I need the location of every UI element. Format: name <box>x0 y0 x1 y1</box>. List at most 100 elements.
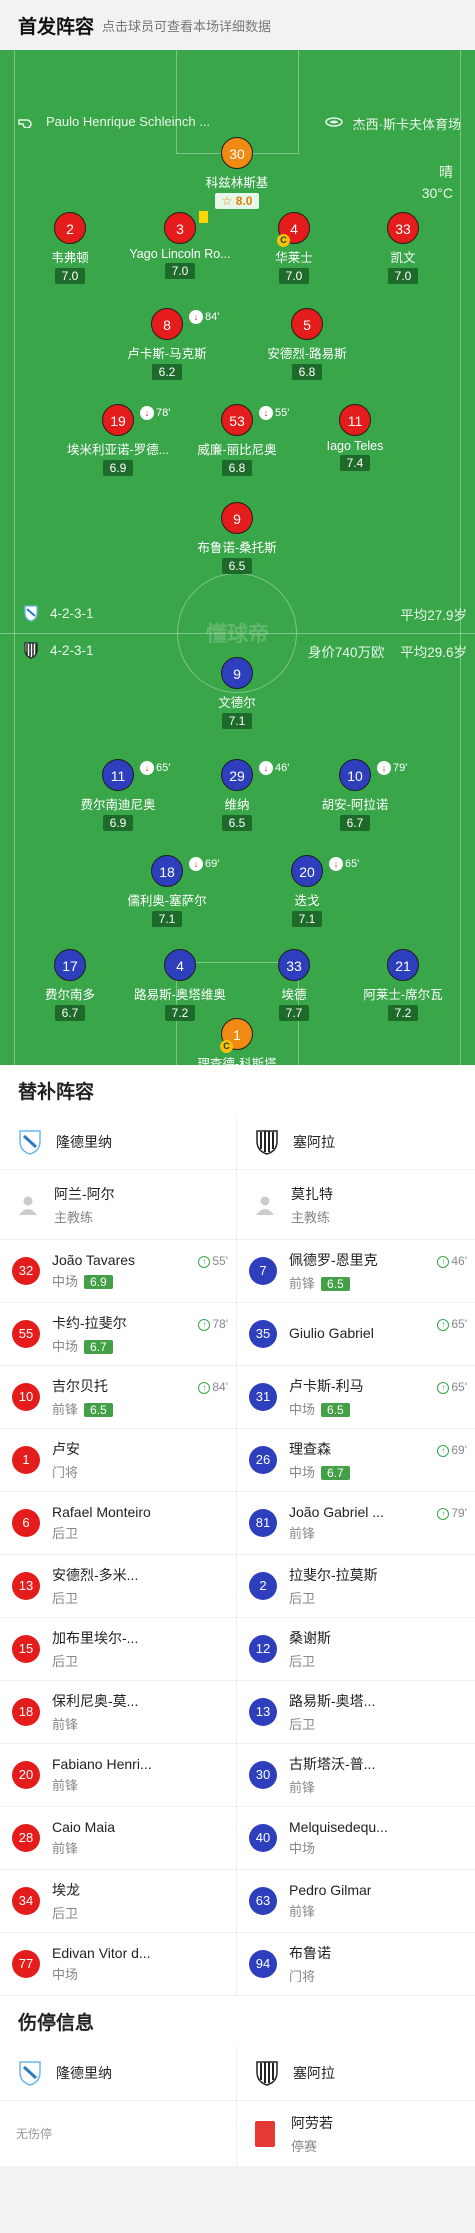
player-number: 34 <box>18 1893 34 1908</box>
sub-player-position: 中场 <box>289 1841 316 1856</box>
sub-out-icon: ↓ <box>377 761 391 776</box>
away-coach[interactable]: 莫扎特 主教练 <box>237 1170 475 1240</box>
sub-out-icon: ↓ <box>140 761 154 776</box>
sub-player-row[interactable]: 40 Melquisedequ... 中场 <box>237 1807 475 1870</box>
away-injury-team[interactable]: 塞阿拉 <box>237 2046 475 2101</box>
sub-player-row[interactable]: 77 Edivan Vitor d... 中场 <box>0 1933 236 1996</box>
sub-in-marker: ↑ 55' <box>198 1254 228 1268</box>
home-player[interactable]: 8 ↓ 84' 卢卡斯-马克斯 6.2 <box>92 308 242 381</box>
captain-icon: C <box>277 234 290 247</box>
sub-in-marker: ↑ 69' <box>437 1443 467 1457</box>
sub-in-icon: ↑ <box>198 1255 211 1268</box>
jersey-number: 81 <box>249 1509 277 1537</box>
sub-player-info: 安德烈-多米... 后卫 <box>52 1565 138 1607</box>
sub-player-row[interactable]: 6 Rafael Monteiro 后卫 <box>0 1492 236 1555</box>
sub-player-info: 卡约-拉斐尔 中场 6.7 <box>52 1313 127 1355</box>
sub-minute: 84' <box>205 311 220 323</box>
substitution-marker: ↓ 69' <box>189 848 219 880</box>
home-avg-age: 平均27.9岁 <box>400 608 467 623</box>
player-rating: 6.7 <box>339 815 371 831</box>
away-player[interactable]: 1C理查德-科斯塔7.4 <box>162 1018 312 1065</box>
jersey-number: 30 <box>249 1761 277 1789</box>
sub-minute: 69' <box>205 858 220 870</box>
sub-player-row[interactable]: 94 布鲁诺 门将 <box>237 1933 475 1996</box>
home-player[interactable]: 5 安德烈-路易斯 6.8 <box>232 308 382 381</box>
home-injury-team-name: 隆德里纳 <box>56 2065 112 2081</box>
sub-player-row[interactable]: 20 Fabiano Henri... 前锋 <box>0 1744 236 1807</box>
sub-player-row[interactable]: 34 埃龙 后卫 <box>0 1870 236 1933</box>
sub-player-row[interactable]: 7 佩德罗-恩里克 前锋 6.5 ↑ 46' <box>237 1240 475 1303</box>
sub-player-position-row: 后卫 <box>52 1651 138 1670</box>
player-number: 81 <box>255 1515 271 1530</box>
sub-player-position-row: 前锋 6.5 <box>52 1399 113 1418</box>
mvp-icon: ☆ <box>221 194 236 208</box>
home-player[interactable]: 9 布鲁诺-桑托斯 6.5 <box>162 502 312 575</box>
sub-out-icon: ↓ <box>259 406 273 421</box>
sub-player-position-row: 后卫 <box>289 1588 378 1607</box>
player-name: 布鲁诺-桑托斯 <box>197 541 277 555</box>
home-coach-role: 主教练 <box>54 1209 94 1225</box>
player-rating: 6.8 <box>221 460 253 476</box>
home-player[interactable]: 30 科兹林斯基 ☆ 8.0 <box>162 137 312 210</box>
away-player[interactable]: 21 阿莱士-席尔瓦 7.2 <box>328 949 475 1022</box>
away-player[interactable]: 10 ↓ 79' 胡安-阿拉诺 6.7 <box>280 759 430 832</box>
home-team-crest-icon <box>22 604 40 622</box>
rating-value: 6.9 <box>109 816 127 830</box>
sub-player-row[interactable]: 30 古斯塔沃-普... 前锋 <box>237 1744 475 1807</box>
home-player[interactable]: 11 Iago Teles 7.4 <box>280 404 430 472</box>
subs-title: 替补阵容 <box>0 1065 475 1115</box>
sub-player-row[interactable]: 31 卢卡斯-利马 中场 6.5 ↑ 65' <box>237 1366 475 1429</box>
jersey-number: 10 <box>12 1383 40 1411</box>
sub-player-row[interactable]: 10 吉尔贝托 前锋 6.5 ↑ 84' <box>0 1366 236 1429</box>
bottom-spacer <box>0 2166 475 2218</box>
jersey-number: 29 ↓ 46' <box>221 759 289 791</box>
sub-player-row[interactable]: 18 保利尼奥-莫... 前锋 <box>0 1681 236 1744</box>
sub-player-row[interactable]: 1 卢安 门将 <box>0 1429 236 1492</box>
weather-info: 晴 30°C <box>422 162 453 204</box>
away-team-header[interactable]: 塞阿拉 <box>237 1115 475 1170</box>
away-player[interactable]: 9 文德尔 7.1 <box>162 657 312 730</box>
sub-player-row[interactable]: 28 Caio Maia 前锋 <box>0 1807 236 1870</box>
player-rating: 6.7 <box>54 1005 86 1021</box>
sub-player-info: 卢安 门将 <box>52 1439 80 1481</box>
jersey-number: 11 <box>339 404 371 436</box>
player-number: 20 <box>299 864 315 880</box>
sub-in-minute: 65' <box>451 1317 467 1331</box>
sub-player-row[interactable]: 26 理查森 中场 6.7 ↑ 69' <box>237 1429 475 1492</box>
home-coach[interactable]: 阿兰-阿尔 主教练 <box>0 1170 236 1240</box>
sub-player-row[interactable]: 55 卡约-拉斐尔 中场 6.7 ↑ 78' <box>0 1303 236 1366</box>
sub-player-name: 卡约-拉斐尔 <box>52 1315 127 1331</box>
sub-player-row[interactable]: 32 João Tavares 中场 6.9 ↑ 55' <box>0 1240 236 1303</box>
jersey-number: 8 ↓ 84' <box>151 308 219 340</box>
sub-player-row[interactable]: 12 桑谢斯 后卫 <box>237 1618 475 1681</box>
sub-player-row[interactable]: 2 拉斐尔-拉莫斯 后卫 <box>237 1555 475 1618</box>
jersey-number: 2 <box>54 212 86 244</box>
sub-player-position-row: 中场 6.7 <box>289 1462 350 1481</box>
player-rating: 7.1 <box>291 911 323 927</box>
sub-player-row[interactable]: 13 路易斯-奥塔... 后卫 <box>237 1681 475 1744</box>
sub-player-row[interactable]: 63 Pedro Gilmar 前锋 <box>237 1870 475 1933</box>
sub-player-info: 加布里埃尔-... 后卫 <box>52 1628 138 1670</box>
jersey-number: 6 <box>12 1509 40 1537</box>
sub-player-info: 卢卡斯-利马 中场 6.5 <box>289 1376 364 1418</box>
away-injuries: 塞阿拉 阿劳若 停赛 <box>237 2046 475 2166</box>
away-player[interactable]: 18 ↓ 69' 儒利奥-塞萨尔 7.1 <box>92 855 242 928</box>
injured-player-status: 停赛 <box>291 2138 318 2154</box>
away-player[interactable]: 20 ↓ 65' 迭戈 7.1 <box>232 855 382 928</box>
sub-player-row[interactable]: 13 安德烈-多米... 后卫 <box>0 1555 236 1618</box>
sub-player-row[interactable]: 15 加布里埃尔-... 后卫 <box>0 1618 236 1681</box>
rating-value: 7.0 <box>171 264 189 278</box>
rating-value: 7.4 <box>346 456 364 470</box>
sub-in-icon: ↑ <box>437 1444 450 1457</box>
sub-minute: 65' <box>345 858 360 870</box>
sub-player-rating: 6.5 <box>321 1403 350 1417</box>
sub-player-info: Edivan Vitor d... 中场 <box>52 1945 151 1983</box>
sub-player-row[interactable]: 81 João Gabriel ... 前锋 ↑ 79' <box>237 1492 475 1555</box>
sub-player-info: João Gabriel ... 前锋 <box>289 1504 384 1542</box>
home-player[interactable]: 33 凯文 7.0 <box>328 212 475 285</box>
sub-player-position-row: 前锋 <box>52 1714 138 1733</box>
home-team-header[interactable]: 隆德里纳 <box>0 1115 236 1170</box>
injured-player[interactable]: 阿劳若 停赛 <box>237 2101 475 2166</box>
home-injury-team[interactable]: 隆德里纳 <box>0 2046 236 2101</box>
sub-player-row[interactable]: 35 Giulio Gabriel ↑ 65' <box>237 1303 475 1366</box>
